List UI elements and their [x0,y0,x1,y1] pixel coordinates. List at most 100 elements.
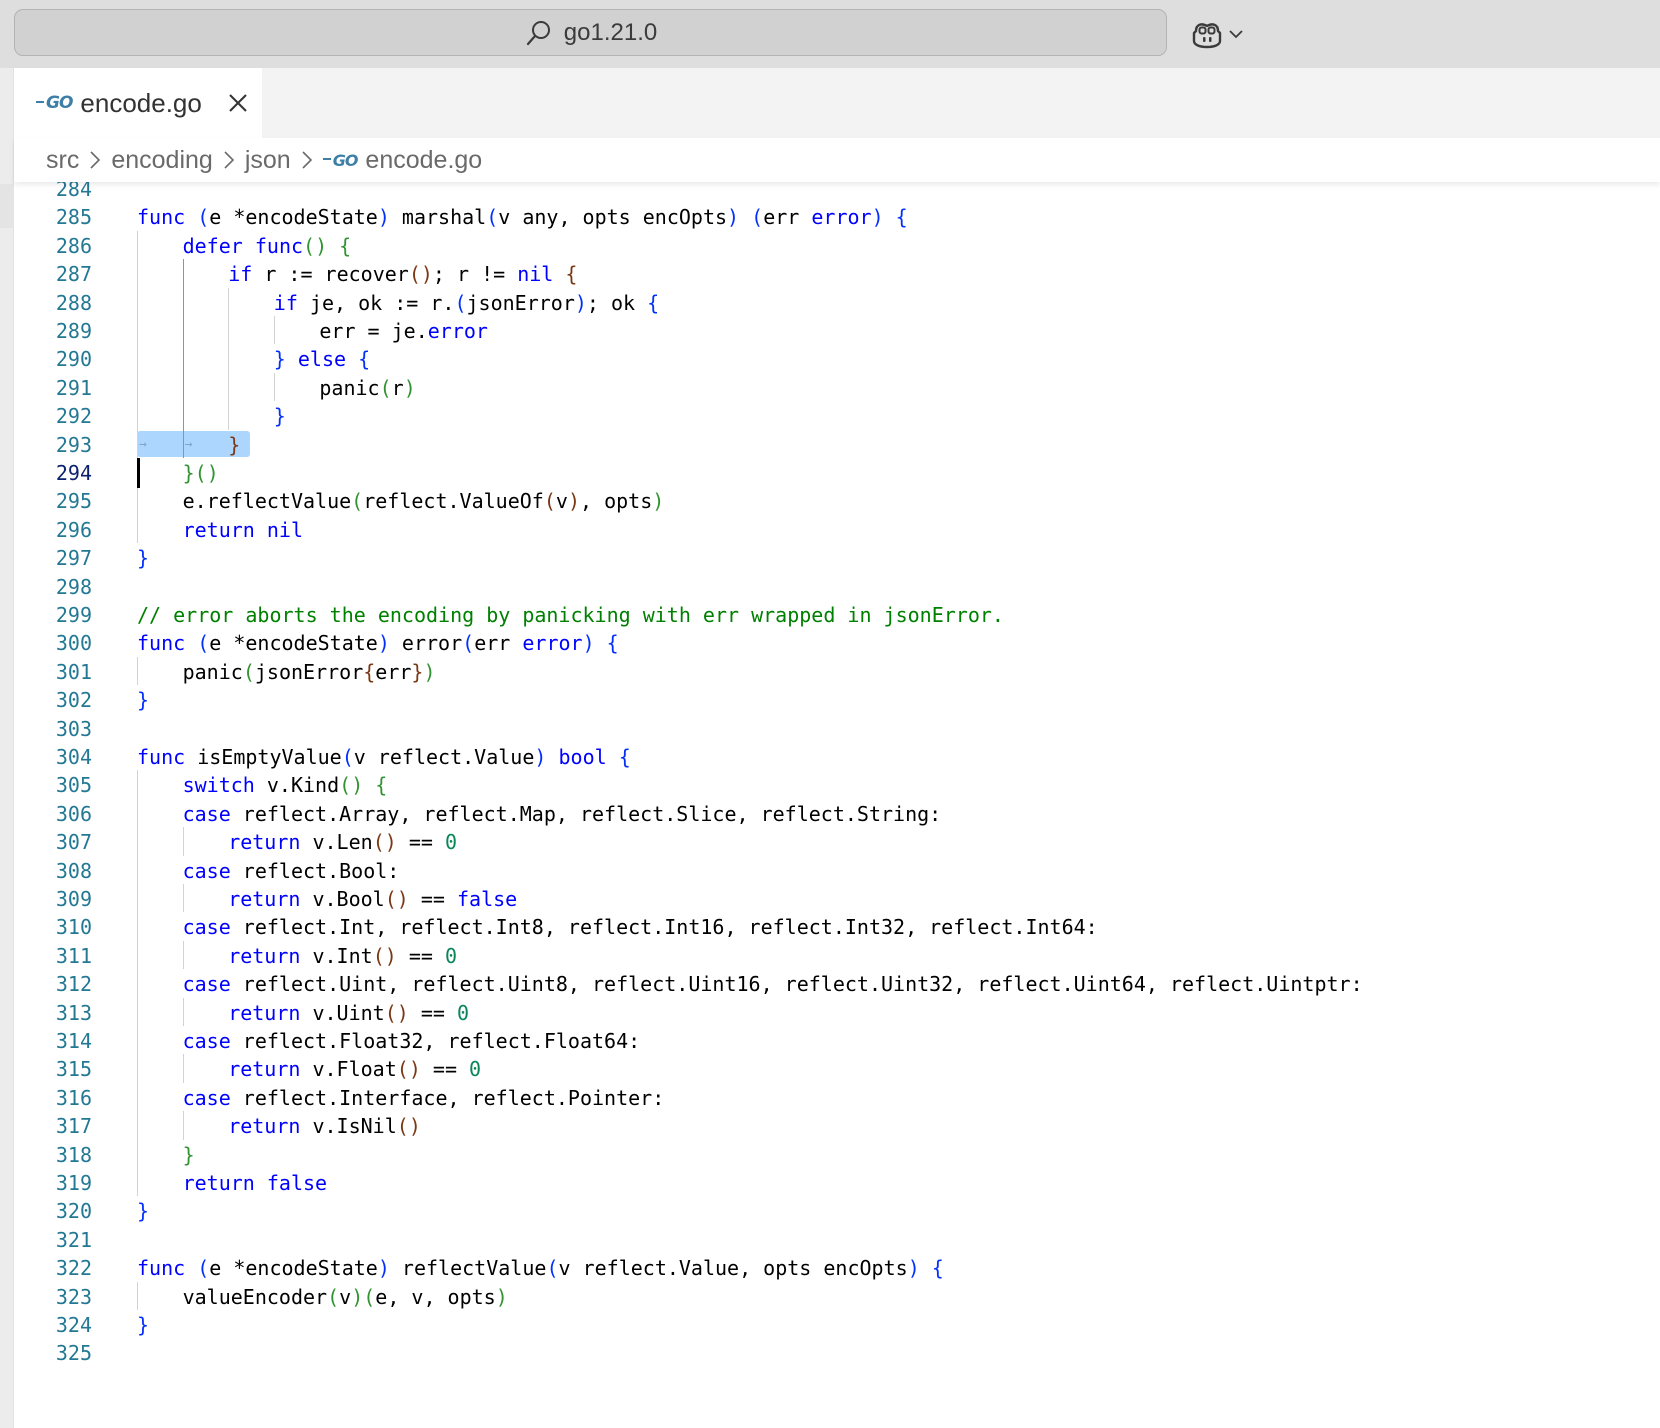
code-line[interactable]: 321 [14,1225,1660,1255]
line-number: 313 [55,1000,92,1025]
search-icon [524,18,554,48]
code-line[interactable]: 314 case reflect.Float32, reflect.Float64… [14,1026,1660,1056]
code-editor[interactable]: → → 284 285 func (e *encodeState) marshal(v … [14,182,1660,1428]
code-line[interactable]: 305 switch v.Kind() { [14,770,1660,800]
indent-guide [273,372,275,402]
code-token: ) [727,205,740,230]
code-line[interactable]: 315 return v.Float() == 0 [14,1054,1660,1084]
copilot-menu-button[interactable] [1190,14,1244,54]
code-line[interactable]: 287 if r := recover(); r != nil { [14,259,1660,289]
code-token: err [375,659,412,684]
code-text: defer func() { [183,231,352,261]
code-line[interactable]: 308 case reflect.Bool: [14,856,1660,886]
code-line[interactable]: 318} [14,1140,1660,1170]
close-icon[interactable] [226,91,250,115]
code-line[interactable]: 292} [14,401,1660,431]
code-line[interactable]: 303 [14,714,1660,744]
code-token: ( [751,205,764,230]
code-line[interactable]: 313 return v.Uint() == 0 [14,998,1660,1028]
code-line[interactable]: 298 [14,572,1660,602]
code-line[interactable]: 286 defer func() { [14,231,1660,261]
line-number: 312 [55,972,92,997]
breadcrumb-item-encoding[interactable]: encoding [111,146,212,175]
code-line[interactable]: 320} [14,1196,1660,1226]
code-line[interactable]: 297} [14,543,1660,573]
code-line[interactable]: 311 return v.Int() == 0 [14,941,1660,971]
code-line[interactable]: 284 [14,182,1660,204]
code-token: panic [319,375,380,400]
code-line[interactable]: 301 panic(jsonError{err}) [14,657,1660,687]
line-number: 294 [55,461,92,485]
breadcrumb-item-src[interactable]: src [46,146,79,175]
code-token: case [182,801,231,826]
breadcrumb-item-json[interactable]: json [245,146,291,175]
code-line[interactable]: 302} [14,685,1660,715]
code-text: panic(r) [319,373,415,403]
code-token: ( [372,830,385,855]
code-line[interactable]: 317 return v.IsNil() [14,1111,1660,1141]
code-line[interactable]: 325 [14,1338,1660,1368]
code-token: { [606,631,619,656]
indent-guide [182,940,184,970]
code-token: ( [372,943,385,968]
code-line[interactable]: 323 valueEncoder(v)(e, v, opts) [14,1282,1660,1312]
code-token: { [618,745,631,769]
code-line[interactable]: 312 case reflect.Uint, reflect.Uint8, ref… [14,969,1660,999]
code-token: error [522,631,583,656]
code-token: e *encodeState [209,205,378,230]
code-line[interactable]: 304 func isEmptyValue(v reflect.Value) bo… [14,742,1660,772]
code-token: reflect.Int, reflect.Int8, reflect.Int16… [230,915,1098,940]
code-token: ) [315,233,328,258]
code-token: marshal [389,205,487,230]
code-token: ) [384,943,397,968]
code-line[interactable]: 324} [14,1310,1660,1340]
code-token: v [339,1284,352,1309]
code-line[interactable]: 290} else { [14,344,1660,374]
code-line[interactable]: 310 case reflect.Int, reflect.Int8, refle… [14,912,1660,942]
code-token: ( [339,773,352,798]
code-text: e.reflectValue(reflect.ValueOf(v), opts) [183,486,665,516]
chevron-down-icon [1228,28,1244,40]
code-text: err = je.error [319,316,488,346]
code-token: reflect.Bool: [230,858,400,883]
code-token: v.Float [300,1057,397,1082]
code-line[interactable]: 291 panic(r) [14,373,1660,403]
code-line[interactable]: 294}() [14,458,1660,488]
code-line[interactable]: 288 if je, ok := r.(jsonError); ok { [14,288,1660,318]
code-line[interactable]: 309 return v.Bool() == false [14,884,1660,914]
code-text: } [137,1196,149,1226]
code-token: ( [351,489,364,514]
code-line[interactable]: 319 return false [14,1168,1660,1198]
code-line[interactable]: 306 case reflect.Array, reflect.Map, refl… [14,799,1660,829]
line-number: 306 [55,801,92,826]
breadcrumb-item-file[interactable]: encode.go [365,146,482,175]
code-line[interactable]: 322 func (e *encodeState) reflectValue(v … [14,1253,1660,1283]
code-line[interactable]: 316 case reflect.Interface, reflect.Point… [14,1083,1660,1113]
code-token: v any, opts encOpts [498,205,728,230]
copilot-icon [1190,19,1224,49]
code-line[interactable]: 285 func (e *encodeState) marshal(v any, … [14,202,1660,232]
tab-label: encode.go [80,87,202,118]
code-line[interactable]: 289 err = je.error [14,316,1660,346]
code-line[interactable]: 293} [14,430,1660,460]
code-line[interactable]: 300 func (e *encodeState) error(err error… [14,628,1660,658]
line-number: 298 [55,574,92,599]
tab-encode-go[interactable]: GO encode.go [14,68,262,138]
code-line[interactable]: 296 return nil [14,515,1660,545]
go-badge-text: GO [332,150,359,170]
breadcrumb: src encoding json GO encode.go [14,138,1660,182]
line-number: 307 [55,830,92,855]
code-line[interactable]: 307 return v.Len() == 0 [14,827,1660,857]
command-center-search[interactable]: go1.21.0 [14,9,1167,56]
code-token: ) [574,290,587,315]
indent-guide [182,1054,184,1083]
code-line[interactable]: 295 e.reflectValue(reflect.ValueOf(v), op… [14,486,1660,516]
code-token: nil [517,262,554,287]
code-token: je, ok := r. [297,290,455,315]
code-text: case reflect.Uint, reflect.Uint8, reflec… [183,969,1363,999]
code-line[interactable]: 299 // error aborts the encoding by panic… [14,600,1660,630]
code-token: case [182,858,231,883]
code-token: } [137,1313,150,1337]
